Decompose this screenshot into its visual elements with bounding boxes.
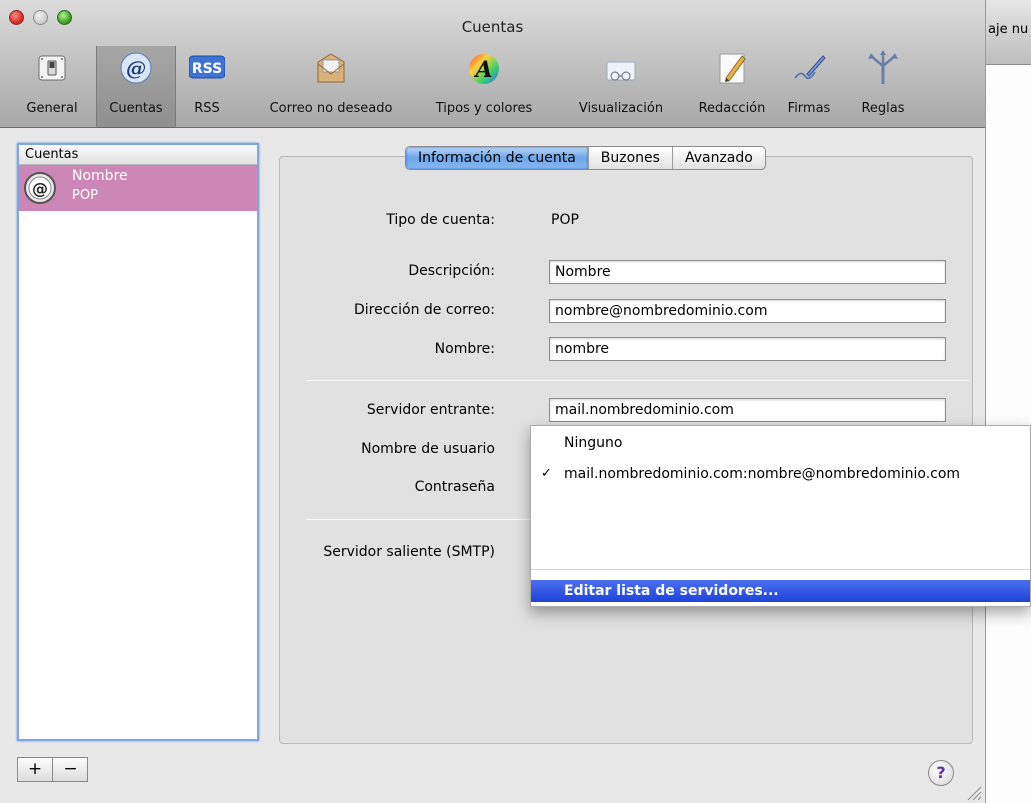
resize-grip-icon[interactable] [962,781,982,801]
svg-text:RSS: RSS [192,61,222,77]
toolbar-label-cuentas: Cuentas [109,101,163,116]
background-window-title: aje nu [988,22,1029,37]
background-window: aje nu [985,0,1031,803]
menu-item-label: mail.nombredominio.com:nombre@nombredomi… [564,466,961,482]
toolbar-item-reglas[interactable]: Reglas [850,46,916,128]
email-label: Dirección de correo: [354,302,495,318]
username-label: Nombre de usuario [361,441,495,457]
toolbar-item-firmas[interactable]: Firmas [775,46,843,128]
email-field[interactable]: nombre@nombredominio.com [549,299,946,323]
toolbar-label-general: General [26,101,78,116]
remove-account-button[interactable]: − [53,758,88,781]
toolbar-item-visualizacion[interactable]: Visualización [562,46,680,128]
menu-separator [531,569,1030,570]
toolbar-item-redaccion[interactable]: Redacción [686,46,778,128]
account-add-remove-buttons: + − [17,757,88,782]
menu-item-label: Ninguno [564,435,623,451]
checkmark-icon: ✓ [541,466,552,481]
add-account-button[interactable]: + [18,758,53,781]
menu-item-edit-server-list[interactable]: Editar lista de servidores... [531,580,1030,602]
name-field[interactable]: nombre [549,337,946,361]
svg-text:A: A [473,57,492,83]
toolbar-item-general[interactable]: General [14,46,90,128]
account-type: POP [72,188,98,203]
account-type-label: Tipo de cuenta: [386,212,495,228]
toolbar-label-redaccion: Redacción [698,101,766,116]
glasses-icon [606,61,636,81]
toolbar-item-tipos-y-colores[interactable]: A Tipos y colores [414,46,554,128]
rules-arrows-icon [868,50,898,84]
description-label: Descripción: [408,263,495,279]
menu-item-ninguno[interactable]: Ninguno [531,432,1030,454]
toolbar-label-visualizacion: Visualización [578,101,664,116]
toolbar-item-rss[interactable]: RSS RSS [178,46,236,128]
tab-buzones[interactable]: Buzones [589,147,673,169]
window-title: Cuentas [461,18,524,36]
toolbar-item-correo-no-deseado[interactable]: Correo no deseado [252,46,410,128]
title-bar: Cuentas General @ Cuentas RSS RSS Correo… [0,0,985,128]
account-at-icon: @ [24,172,56,204]
toolbar-label-correo-no-deseado: Correo no deseado [269,101,393,116]
account-row[interactable]: @ Nombre POP [19,165,257,211]
help-button[interactable]: ? [928,760,954,786]
toolbar-label-firmas: Firmas [787,101,831,116]
accounts-list-header: Cuentas [19,145,257,165]
tab-informacion-de-cuenta[interactable]: Información de cuenta [406,147,589,169]
svg-text:@: @ [32,179,48,198]
signature-pen-icon [794,55,826,80]
tab-avanzado[interactable]: Avanzado [673,147,765,169]
account-tabs: Información de cuenta Buzones Avanzado [405,146,766,170]
at-icon: @ [120,52,152,84]
toolbar-item-cuentas[interactable]: @ Cuentas [96,46,176,128]
incoming-server-field[interactable]: mail.nombredominio.com [549,398,946,422]
svg-text:@: @ [126,56,146,80]
description-field[interactable]: Nombre [549,260,946,284]
separator-1 [306,380,969,381]
junk-mail-icon [317,53,345,83]
account-name: Nombre [72,168,128,184]
switch-icon [38,55,66,81]
smtp-server-menu: Ninguno ✓ mail.nombredominio.com:nombre@… [530,425,1031,607]
toolbar-label-tipos-y-colores: Tipos y colores [435,101,533,116]
accounts-list[interactable]: Cuentas @ Nombre POP [17,143,259,741]
account-type-value: POP [551,212,579,228]
toolbar-label-rss: RSS [194,101,220,116]
rss-icon: RSS [189,55,225,79]
compose-pencil-icon [719,53,746,84]
menu-item-label: Editar lista de servidores... [564,583,779,599]
password-label: Contraseña [414,479,495,495]
fonts-colors-icon: A [469,54,499,84]
preferences-toolbar: General @ Cuentas RSS RSS Correo no dese… [0,46,985,128]
incoming-server-label: Servidor entrante: [366,402,495,418]
toolbar-label-reglas: Reglas [861,101,905,116]
preferences-window: Cuentas General @ Cuentas RSS RSS Correo… [0,0,985,803]
name-label: Nombre: [434,341,495,357]
smtp-label: Servidor saliente (SMTP) [323,544,495,560]
menu-item-smtp-server[interactable]: ✓ mail.nombredominio.com:nombre@nombredo… [531,463,1030,485]
